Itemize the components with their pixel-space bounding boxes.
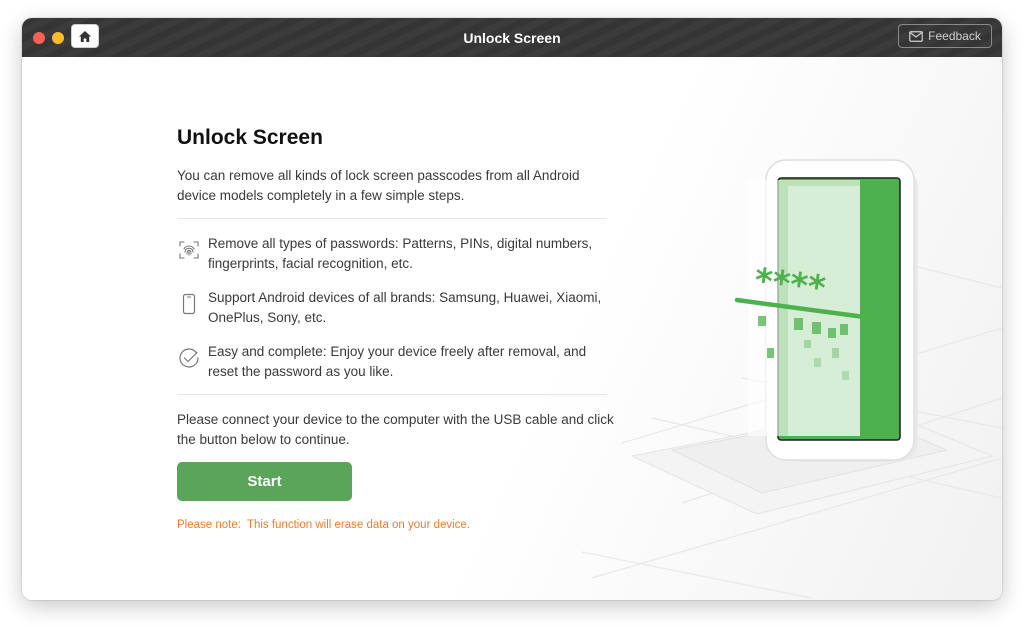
feature-text: Support Android devices of all brands: S… — [208, 290, 602, 325]
feedback-label: Feedback — [928, 29, 981, 43]
feature-text: Easy and complete: Enjoy your device fre… — [208, 344, 587, 379]
divider — [177, 394, 607, 395]
title-bar: Unlock Screen Feedback — [22, 18, 1002, 57]
note-text: This function will erase data on your de… — [246, 519, 471, 531]
window-title: Unlock Screen — [463, 30, 561, 46]
feedback-button[interactable]: Feedback — [898, 24, 992, 48]
intro-text: You can remove all kinds of lock screen … — [177, 168, 580, 203]
page-title: Unlock Screen — [177, 126, 323, 149]
phone-unlock-illustration: **** — [582, 159, 1002, 599]
start-button[interactable]: Start — [177, 462, 352, 501]
feature-text: Remove all types of passwords: Patterns,… — [208, 236, 593, 271]
instruction-text: Please connect your device to the comput… — [177, 412, 614, 447]
mail-icon — [909, 30, 923, 42]
erase-warning: Please note: This function will erase dat… — [177, 519, 470, 531]
check-circle-icon — [179, 348, 199, 368]
app-window: Unlock Screen Feedback Unlock Screen You… — [22, 18, 1002, 600]
note-label: Please note: — [177, 519, 241, 531]
fingerprint-icon — [179, 241, 199, 259]
divider — [177, 218, 607, 219]
phone-icon — [182, 293, 196, 315]
